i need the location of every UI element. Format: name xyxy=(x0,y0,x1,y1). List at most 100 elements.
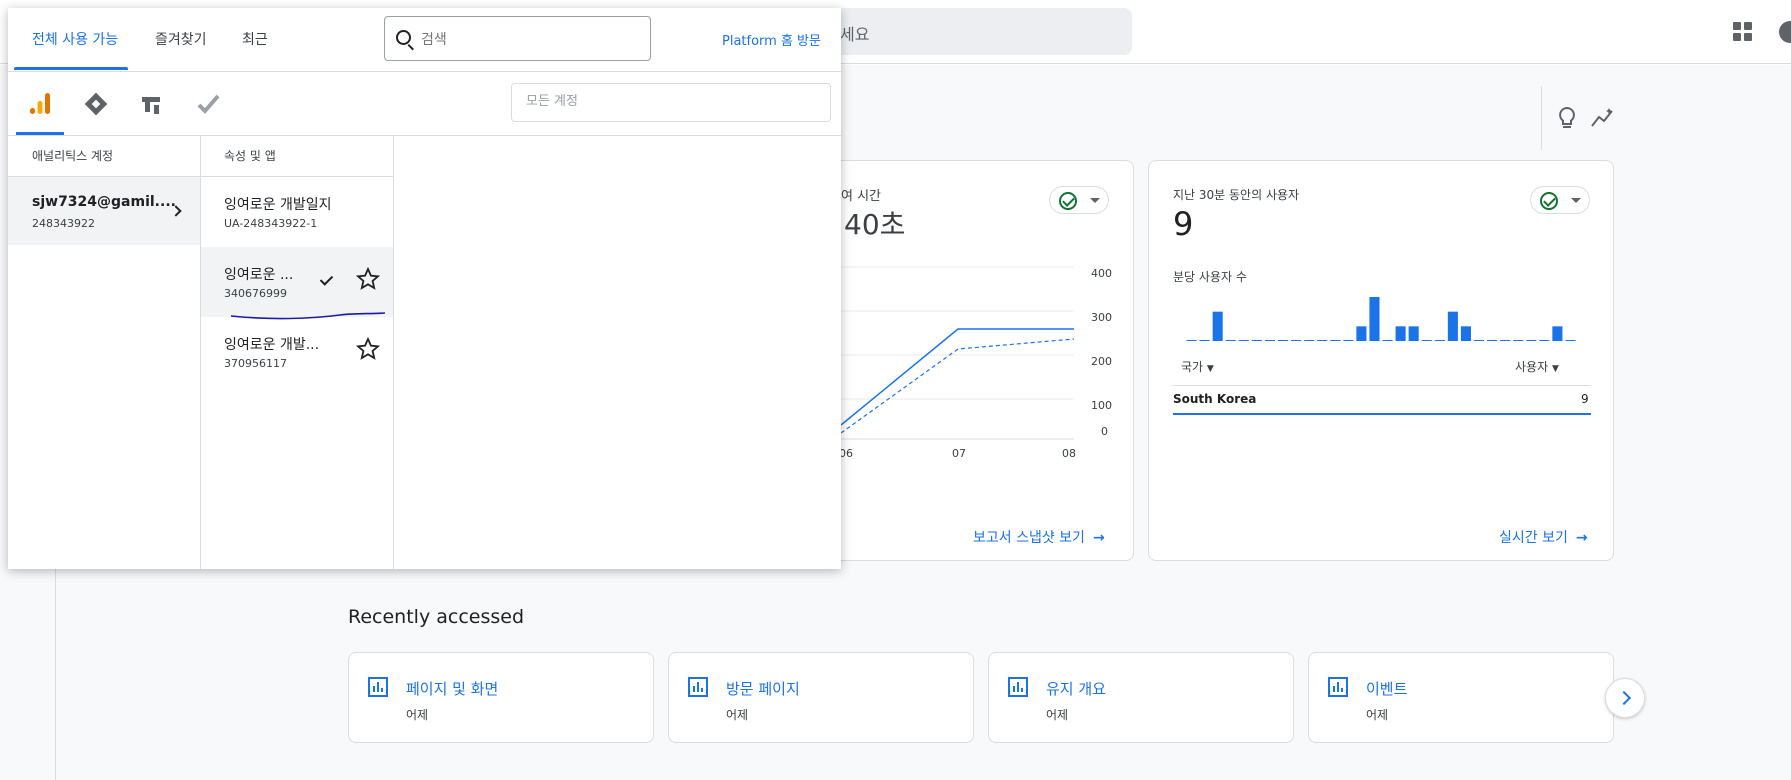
caret-down-icon: ▼ xyxy=(1551,364,1559,374)
engagement-y-tick: 400 xyxy=(1091,267,1112,280)
property-name: 잉여로운 개발일지 xyxy=(224,197,332,213)
country-column-header[interactable]: 국가 ▼ xyxy=(1181,358,1214,375)
users-per-minute-bar-zero xyxy=(1473,340,1485,341)
users-column-header[interactable]: 사용자 ▼ xyxy=(1515,358,1559,375)
recent-item-card[interactable]: 이벤트 어제 xyxy=(1308,652,1614,743)
users-per-minute-bar-zero xyxy=(1317,340,1328,341)
realtime-view-link[interactable]: 실시간 보기 → xyxy=(1499,527,1588,547)
popup-products-divider xyxy=(8,135,841,136)
users-per-minute-bar-zero xyxy=(1251,340,1262,341)
recent-next-button[interactable] xyxy=(1605,678,1645,718)
property-row[interactable]: 잉여로운 개발일지 UA-248343922-1 xyxy=(201,177,393,247)
accounts-column-header: 애널리틱스 계정 xyxy=(32,149,114,163)
recent-item-time: 어제 xyxy=(1366,708,1389,722)
property-row-selected[interactable]: 잉여로운 ... 340676999 xyxy=(201,247,393,317)
engagement-y-tick: 300 xyxy=(1091,311,1112,324)
users-per-minute-bar-zero xyxy=(1264,340,1275,341)
recent-item-time: 어제 xyxy=(1046,708,1069,722)
tag-manager-icon[interactable] xyxy=(82,90,110,118)
analytics-icon[interactable] xyxy=(26,90,54,118)
account-filter-box[interactable] xyxy=(511,83,831,122)
popup-search-input[interactable] xyxy=(421,29,641,51)
global-search-bar[interactable]: 세요 xyxy=(820,8,1132,55)
users-per-minute-bar-zero xyxy=(1539,340,1550,341)
tab-recent[interactable]: 최근 xyxy=(242,29,268,49)
realtime-card-value: 9 xyxy=(1173,205,1194,243)
insights-icon[interactable] xyxy=(1590,106,1616,130)
property-id: UA-248343922-1 xyxy=(224,217,318,230)
recent-item-title: 유지 개요 xyxy=(1046,680,1106,698)
property-row[interactable]: 잉여로운 개발... 370956117 xyxy=(201,317,393,387)
checkmark-icon xyxy=(319,272,334,286)
tab-favorites[interactable]: 즐겨찾기 xyxy=(155,29,207,49)
engagement-card-value: 40초 xyxy=(844,208,906,241)
account-picker-popup: 전체 사용 가능 즐겨찾기 최근 Platform 홈 방문 애널리틱스 계정 … xyxy=(8,8,841,569)
recent-item-card[interactable]: 유지 개요 어제 xyxy=(988,652,1294,743)
account-row[interactable]: sjw7324@gamil.... 248343922 xyxy=(8,177,200,245)
users-per-minute-bar-zero xyxy=(1330,340,1341,341)
recently-accessed-heading: Recently accessed xyxy=(348,606,525,628)
engagement-line-chart xyxy=(841,266,1075,440)
engagement-status-button[interactable] xyxy=(1049,186,1109,214)
account-filter-input[interactable] xyxy=(526,94,816,109)
optimize-icon[interactable] xyxy=(138,90,166,118)
engagement-card-title: 여 시간 xyxy=(841,189,882,204)
tab-all-available[interactable]: 전체 사용 가능 xyxy=(32,29,118,49)
report-snapshot-link[interactable]: 보고서 스냅샷 보기 → xyxy=(973,527,1105,547)
users-per-minute-bar-zero xyxy=(1487,340,1498,341)
country-row-bar xyxy=(1173,413,1591,415)
account-name: sjw7324@gamil.... xyxy=(32,194,176,210)
properties-column-header: 속성 및 앱 xyxy=(224,149,276,163)
realtime-card-title: 지난 30분 동안의 사용자 xyxy=(1173,188,1300,202)
users-per-minute-bar-chart xyxy=(1186,297,1576,341)
property-name: 잉여로운 개발... xyxy=(224,337,320,353)
caret-down-icon: ▼ xyxy=(1206,364,1214,374)
property-id: 340676999 xyxy=(224,287,287,300)
users-per-minute-bar-zero xyxy=(1343,340,1354,341)
realtime-status-button[interactable] xyxy=(1530,186,1590,214)
recent-item-card[interactable]: 방문 페이지 어제 xyxy=(668,652,974,743)
help-icon[interactable] xyxy=(1779,21,1791,43)
report-chart-icon xyxy=(688,677,708,697)
recent-item-card[interactable]: 페이지 및 화면 어제 xyxy=(348,652,654,743)
check-circle-icon xyxy=(1540,192,1558,210)
realtime-view-link-label: 실시간 보기 xyxy=(1499,530,1568,546)
arrow-right-icon: → xyxy=(1575,530,1588,546)
popup-search-box[interactable] xyxy=(384,16,651,61)
users-per-minute-bar xyxy=(1212,311,1223,341)
report-chart-icon xyxy=(1328,677,1348,697)
lightbulb-icon[interactable] xyxy=(1556,106,1578,130)
star-icon[interactable] xyxy=(356,267,380,291)
property-id: 370956117 xyxy=(224,357,287,370)
check-circle-icon xyxy=(1059,192,1077,210)
table-divider xyxy=(1173,385,1591,386)
apps-grid-icon[interactable] xyxy=(1733,22,1753,42)
active-tab-indicator xyxy=(14,67,128,70)
header-divider xyxy=(1541,86,1542,150)
search-icon xyxy=(396,30,411,45)
handwritten-underline-annotation xyxy=(230,312,386,320)
users-per-minute-bar-zero xyxy=(1199,340,1210,341)
engagement-x-tick: 08 xyxy=(1062,447,1076,460)
engagement-y-tick: 0 xyxy=(1101,425,1108,438)
users-per-minute-bar-zero xyxy=(1565,340,1576,341)
report-chart-icon xyxy=(1008,677,1028,697)
users-per-minute-bar xyxy=(1552,326,1563,341)
realtime-users-card: 지난 30분 동안의 사용자 9 분당 사용자 수 국가 ▼ 사용자 ▼ Sou… xyxy=(1148,160,1614,561)
popup-tabs-divider xyxy=(8,71,841,72)
engagement-series-dashed xyxy=(841,338,1075,434)
recent-item-title: 방문 페이지 xyxy=(726,680,800,698)
users-per-minute-bar xyxy=(1447,311,1458,341)
recent-item-title: 이벤트 xyxy=(1366,680,1408,698)
country-row-users: 9 xyxy=(1581,392,1589,406)
users-per-minute-bar-zero xyxy=(1500,340,1511,341)
users-per-minute-bar-zero xyxy=(1382,340,1393,341)
platform-home-link[interactable]: Platform 홈 방문 xyxy=(722,30,821,49)
engagement-y-tick: 100 xyxy=(1091,399,1112,412)
users-per-minute-bar-zero xyxy=(1513,340,1524,341)
users-per-minute-bar-zero xyxy=(1421,340,1432,341)
recent-item-title: 페이지 및 화면 xyxy=(406,680,499,698)
surveys-checkmark-icon[interactable] xyxy=(194,90,222,118)
users-per-minute-bar-zero xyxy=(1291,340,1302,341)
star-icon[interactable] xyxy=(356,337,380,361)
